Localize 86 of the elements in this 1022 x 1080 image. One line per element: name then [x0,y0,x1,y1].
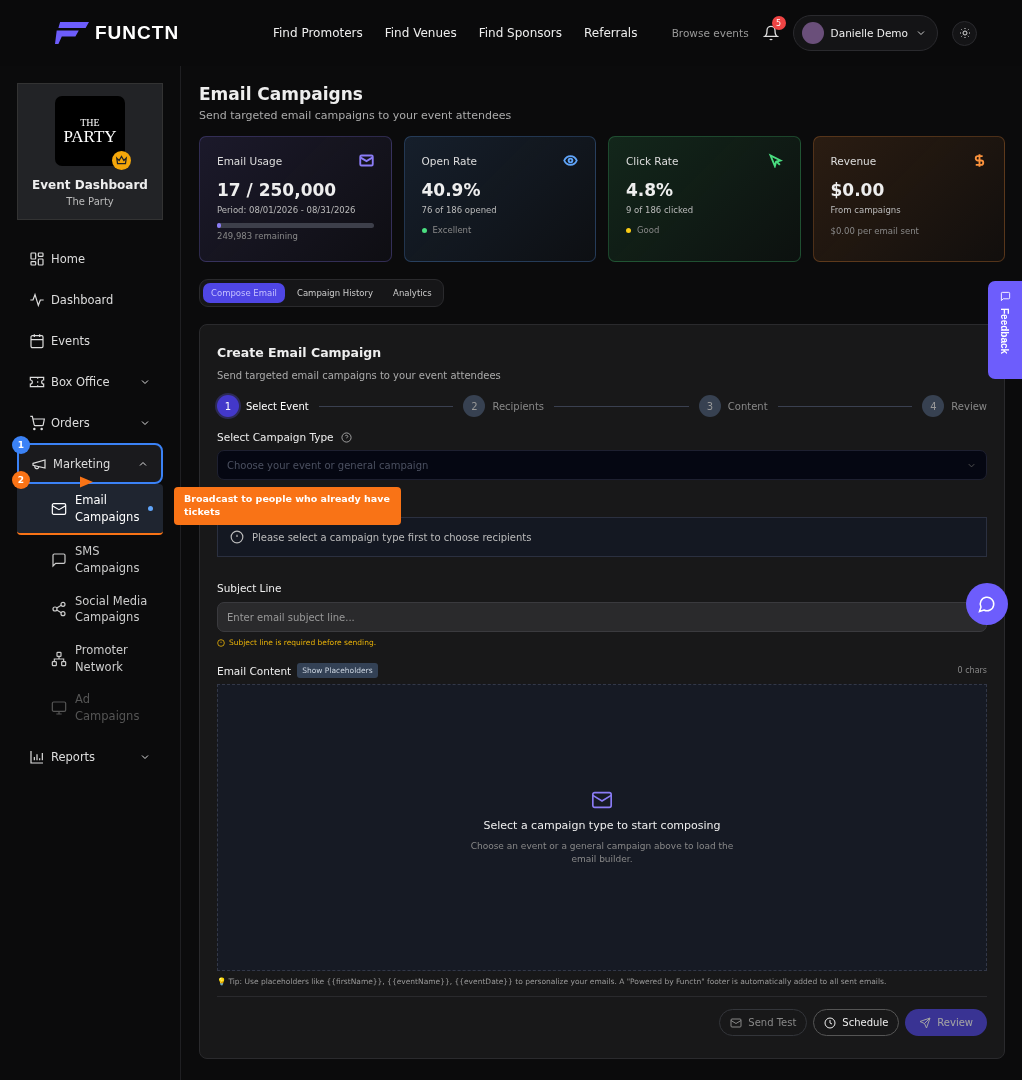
stat-label: Open Rate [421,154,477,167]
sidebar-item[interactable]: Dashboard [17,283,163,316]
stat-label: Click Rate [626,154,679,167]
panel-title: Create Email Campaign [217,345,383,360]
stat-value: 40.9% [421,180,482,200]
sidebar-subitem[interactable]: Social Media Campaigns [17,584,163,635]
theme-toggle-button[interactable] [952,20,977,46]
field-label: Email Content [217,664,292,677]
sidebar-subitem[interactable]: Promoter Network [17,634,163,684]
browse-events-link[interactable]: Browse events [671,27,749,39]
sidebar-subitem[interactable]: SMS Campaigns [17,535,163,585]
event-card-subtitle: The Party [66,196,114,207]
user-menu-button[interactable]: Danielle Demo [792,15,938,51]
stat-note: $0.00 per email sent [830,226,920,236]
sun-icon [958,27,971,39]
avatar [801,22,824,44]
tour-step-badge: 1 [12,436,30,454]
pulse-icon [29,291,45,308]
send-icon [919,1016,932,1029]
step: 1 Select Event [217,395,309,417]
stat-label: Email Usage [217,154,283,167]
field-label: Select Campaign Type [217,431,334,443]
char-count: 0 chars [957,666,987,675]
cart-icon [29,414,45,431]
stat-label: Revenue [830,154,877,167]
mail-icon [51,500,67,517]
tab[interactable]: Compose Email [203,283,285,303]
field-label: Subject Line [217,582,283,594]
event-card-title: Event Dashboard [32,178,148,192]
share-icon [51,601,67,618]
logo-icon [55,21,89,45]
monitor-icon [51,700,67,717]
step: 2 Recipients [463,395,545,417]
chat-icon [978,595,996,613]
sidebar-item[interactable]: Home [17,242,163,275]
stat-detail: 9 of 186 clicked [626,205,695,215]
chat-bubble-icon [999,291,1011,302]
feedback-tab[interactable]: Feedback [988,281,1022,379]
stat-detail: 76 of 186 opened [421,205,498,215]
sidebar-item[interactable]: Orders [17,406,163,439]
tour-tooltip: Broadcast to people who already have tickets [174,487,401,525]
warning-icon [217,638,225,647]
logo-text: FUNCTN [95,22,180,44]
bell-icon[interactable] [762,25,779,41]
panel-subtitle: Send targeted email campaigns to your event attendees [217,370,502,381]
stat-value: 4.8% [626,180,675,200]
stat-detail: Period: 08/01/2026 - 08/31/2026 [217,205,357,215]
nav-link[interactable]: Find Promoters [273,26,363,40]
event-logo: THE PARTY [55,96,125,166]
page-title: Email Campaigns [199,84,364,104]
alert-circle-icon [230,530,244,544]
sidebar-subitem[interactable]: Email Campaigns [17,484,163,536]
empty-text: Choose an event or a general campaign above to load the email builder. [469,839,735,866]
notice-text: Please select a campaign type first to choose recipients [252,531,532,543]
status-label: Good [637,225,660,235]
empty-title: Select a campaign type to start composing [483,818,721,832]
step: 3 Content [698,395,768,417]
step: 4 Review [922,395,987,417]
sidebar-item[interactable]: Reports [17,740,163,774]
sidebar-item[interactable]: Box Office [17,365,163,398]
notification-badge: 5 [771,16,786,30]
nav-link[interactable]: Referrals [584,26,638,40]
grid-icon [29,250,45,267]
stat-note: 249,983 remaining [217,231,299,241]
active-dot [148,506,153,512]
stat-detail: From campaigns [830,205,902,215]
nav-link[interactable]: Find Sponsors [478,26,563,40]
sidebar-item[interactable]: Events [17,324,163,357]
tab[interactable]: Analytics [385,283,440,303]
subject-input[interactable]: Enter email subject line... [217,602,987,632]
help-icon [340,431,352,443]
pointer-icon [80,476,93,488]
stat-value: 17 / 250,000 [217,180,338,200]
chat-bubble-icon [51,552,67,568]
bar-chart-icon [29,749,45,766]
page-subtitle: Send targeted email campaigns to your event attendees [199,109,513,122]
network-icon [51,650,67,667]
mail-icon [730,1016,743,1029]
calendar-icon [29,332,45,349]
status-label: Excellent [432,225,472,235]
stat-value: $0.00 [830,180,886,200]
clock-icon [824,1016,837,1029]
crown-icon [112,151,131,170]
tour-step-badge: 2 [12,471,30,489]
tab[interactable]: Campaign History [288,283,382,303]
nav-link[interactable]: Find Venues [384,26,457,40]
